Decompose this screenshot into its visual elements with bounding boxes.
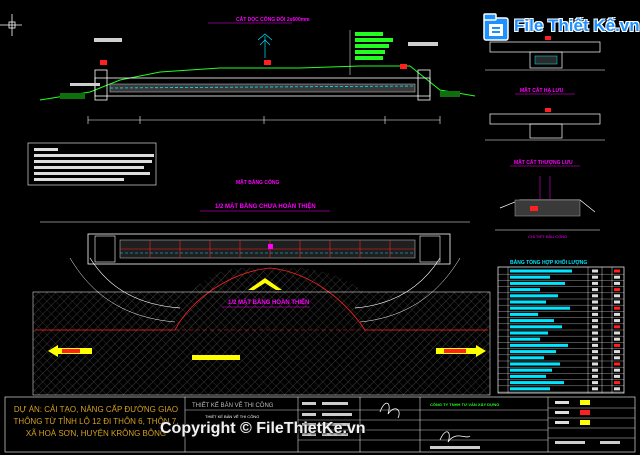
cad-drawing-canvas[interactable]: CẮT DỌC CỐNG ĐÔI 2x600mm MẶT CẮT HẠ LƯU … <box>0 0 640 455</box>
table-row <box>510 319 554 323</box>
table-cell <box>614 331 620 335</box>
side-sections: MẶT CẮT HẠ LƯU MẶT CẮT THƯỢNG LƯU CHI TI… <box>485 36 605 239</box>
table-cell <box>592 300 598 304</box>
table-cell <box>614 325 620 329</box>
table-row <box>510 368 552 372</box>
table-title: BẢNG TỔNG HỢP KHỐI LƯỢNG <box>510 259 587 266</box>
side-label-2: MẶT CẮT THƯỢNG LƯU <box>514 158 573 166</box>
brand-name: File Thiết Kế.vn <box>514 16 640 35</box>
table-row <box>510 269 572 273</box>
table-row <box>510 306 570 310</box>
table-row <box>510 275 550 279</box>
table-cell <box>592 350 598 354</box>
table-cell <box>592 275 598 279</box>
plan-title-top: MẶT BẰNG CỐNG <box>236 178 279 186</box>
table-cell <box>614 356 620 360</box>
table-cell <box>592 306 598 310</box>
table-row <box>510 312 538 316</box>
table-cell <box>592 312 598 316</box>
detail-label: CHI TIẾT ĐẦU CỐNG <box>528 234 567 239</box>
table-cell <box>592 294 598 298</box>
table-row <box>510 294 558 298</box>
table-cell <box>614 381 620 385</box>
copyright-watermark: Copyright © FileThietKe.vn <box>160 420 366 437</box>
table-cell <box>592 337 598 341</box>
table-cell <box>592 281 598 285</box>
table-cell <box>614 294 620 298</box>
plan-title-2: 1/2 MẶT BẰNG HOÀN THIỆN <box>228 298 309 306</box>
table-cell <box>592 368 598 372</box>
table-cell <box>592 381 598 385</box>
table-row <box>510 288 540 292</box>
table-cell <box>592 325 598 329</box>
table-row <box>510 381 564 385</box>
table-row <box>510 331 548 335</box>
table-row <box>510 356 544 360</box>
table-cell <box>614 312 620 316</box>
plan-title-1: 1/2 MẶT BẰNG CHƯA HOÀN THIỆN <box>215 202 316 210</box>
table-row <box>510 387 550 391</box>
table-cell <box>614 300 620 304</box>
table-cell <box>614 281 620 285</box>
quantity-table[interactable]: BẢNG TỔNG HỢP KHỐI LƯỢNG <box>497 259 625 394</box>
table-cell <box>614 306 620 310</box>
table-cell <box>592 269 598 273</box>
table-cell <box>614 374 620 378</box>
table-row <box>510 337 540 341</box>
drawing-name-text: THIẾT KẾ BẢN VẼ THI CÔNG <box>205 414 259 419</box>
brand-watermark: File Thiết Kế.vn <box>480 10 640 46</box>
table-cell <box>614 288 620 292</box>
table-row <box>510 325 562 329</box>
company-text: CÔNG TY TNHH TƯ VẤN XÂY DỰNG <box>430 402 499 407</box>
table-cell <box>592 356 598 360</box>
longitudinal-section: CẮT DỌC CỐNG ĐÔI 2x600mm <box>39 15 476 124</box>
folder-logo-icon <box>483 13 509 41</box>
crosshair-cursor-icon <box>0 14 22 36</box>
legend-box <box>27 142 157 186</box>
table-cell <box>614 343 620 347</box>
table-cell <box>592 374 598 378</box>
table-cell <box>614 269 620 273</box>
table-row <box>510 281 565 285</box>
table-cell <box>592 319 598 323</box>
table-cell <box>614 387 620 391</box>
table-cell <box>592 343 598 347</box>
table-cell <box>614 337 620 341</box>
table-cell <box>592 288 598 292</box>
table-cell <box>614 275 620 279</box>
table-cell <box>614 368 620 372</box>
stage-text: THIẾT KẾ BẢN VẼ THI CÔNG <box>192 402 274 409</box>
tree-icon <box>257 33 273 58</box>
table-cell <box>592 362 598 366</box>
table-cell <box>592 331 598 335</box>
table-cell <box>614 350 620 354</box>
section-title: CẮT DỌC CỐNG ĐÔI 2x600mm <box>236 15 310 23</box>
table-cell <box>592 387 598 391</box>
signature-2 <box>439 431 471 443</box>
table-cell <box>614 319 620 323</box>
plan-view: MẶT BẰNG CỐNG 1/2 MẶT BẰNG CHƯA HOÀN THI… <box>32 178 491 396</box>
side-label-1: MẶT CẮT HẠ LƯU <box>520 86 564 94</box>
table-row <box>510 300 546 304</box>
table-row <box>510 362 560 366</box>
table-cell <box>614 362 620 366</box>
signature-1 <box>379 402 400 419</box>
table-row <box>510 350 556 354</box>
table-row <box>510 374 546 378</box>
table-row <box>510 343 568 347</box>
project-description: DỰ ÁN: CẢI TẠO, NÂNG CẤP ĐƯỜNG GIAO THÔN… <box>13 405 179 438</box>
